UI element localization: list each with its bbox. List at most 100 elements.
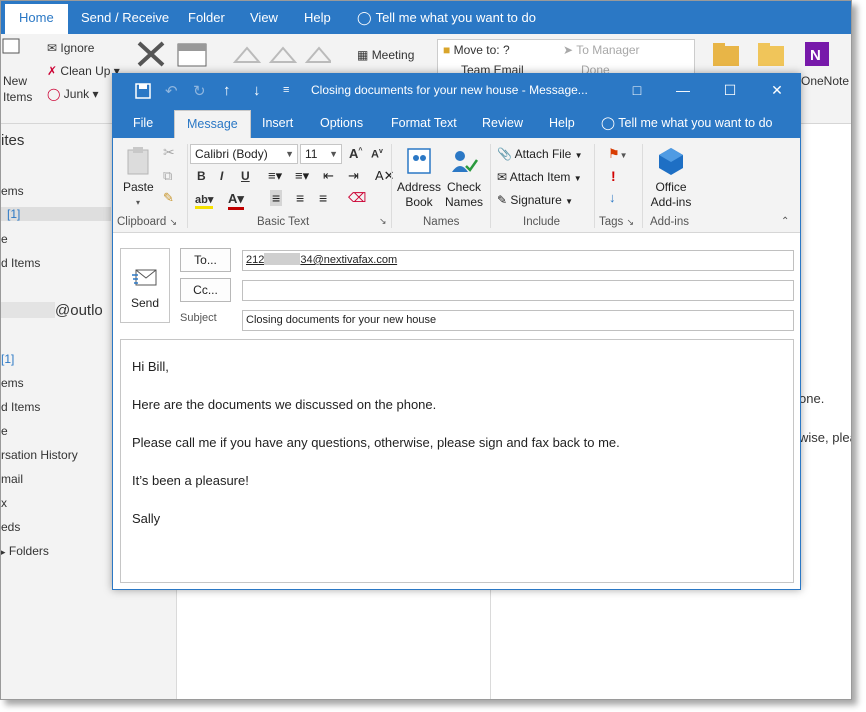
tab-insert[interactable]: Insert [262, 108, 293, 138]
format-painter-icon[interactable]: ✎ [163, 190, 174, 206]
to-field[interactable]: 212 34@nextivafax.com [242, 250, 794, 271]
maximize-icon[interactable]: ☐ [720, 80, 740, 100]
tab-view[interactable]: View [250, 1, 278, 34]
ribbon-display-icon[interactable]: □ [627, 80, 647, 100]
nav-item-x[interactable]: x [1, 496, 7, 510]
next-item-icon[interactable]: ↓ [253, 82, 261, 99]
nav-item-count-b[interactable]: [1] [1, 352, 14, 366]
new-items-button[interactable] [1, 37, 23, 60]
ignore-button[interactable]: ✉ Ignore [47, 41, 94, 55]
nav-account[interactable]: @outlo [1, 302, 103, 319]
nav-item-e-b[interactable]: e [1, 424, 8, 438]
nav-item-feeds[interactable]: eds [1, 520, 20, 534]
italic-button[interactable]: I [220, 169, 223, 183]
underline-button[interactable]: U [241, 169, 250, 183]
nav-item-count-a[interactable]: [1] [1, 207, 111, 221]
cc-field[interactable] [242, 280, 794, 301]
screenshot-frame: Home Send / Receive Folder View Help ◯ Te… [0, 0, 852, 700]
tab-options[interactable]: Options [320, 108, 363, 138]
subject-field[interactable]: Closing documents for your new house [242, 310, 794, 331]
bold-button[interactable]: B [197, 169, 206, 183]
highlight-icon[interactable]: ab▾ [195, 193, 214, 209]
tab-send-receive[interactable]: Send / Receive [81, 1, 169, 34]
address-book-button[interactable]: Address Book [396, 146, 442, 210]
font-color-icon[interactable]: A▾ [228, 191, 244, 210]
increase-indent-icon[interactable]: ⇥ [348, 168, 359, 184]
tab-review[interactable]: Review [482, 108, 523, 138]
eraser-icon[interactable]: ⌫ [348, 190, 366, 206]
tab-help[interactable]: Help [549, 108, 575, 138]
font-name-select[interactable]: Calibri (Body) ▼ [190, 144, 298, 164]
tell-me-search[interactable]: ◯ Tell me what you want to do [601, 108, 773, 138]
tell-me-search[interactable]: ◯ Tell me what you want to do [357, 1, 536, 34]
onenote-icon: N [805, 42, 829, 66]
tab-folder[interactable]: Folder [188, 1, 225, 34]
customize-qat-icon[interactable]: ≡ [283, 84, 289, 96]
meeting-button[interactable]: ▦ Meeting [357, 48, 414, 62]
redo-icon[interactable]: ↻ [193, 82, 206, 100]
tab-format-text[interactable]: Format Text [391, 108, 457, 138]
low-importance-icon[interactable]: ↓ [609, 190, 616, 205]
move-folder-button[interactable] [709, 40, 741, 71]
align-right-icon[interactable]: ≡ [319, 190, 327, 206]
paste-button[interactable]: Paste ▾ [123, 146, 154, 210]
nav-item-items-b[interactable]: ems [1, 376, 24, 390]
delete-button[interactable] [136, 40, 166, 71]
office-addins-button[interactable]: Office Add-ins [648, 146, 694, 210]
folder-icon: ■ [443, 43, 451, 57]
numbering-icon[interactable]: ≡▾ [295, 168, 309, 184]
high-importance-icon[interactable]: ! [611, 168, 616, 184]
copy-icon[interactable]: ⧉ [163, 168, 172, 184]
attach-item-button[interactable]: ✉ Attach Item ▼ [497, 170, 582, 184]
close-icon[interactable]: ✕ [767, 80, 787, 100]
tab-home[interactable]: Home [5, 4, 68, 34]
shrink-font-icon[interactable]: Av [371, 148, 383, 161]
previous-item-icon[interactable]: ↑ [223, 82, 231, 99]
to-recipient[interactable]: 212 34@nextivafax.com [246, 253, 397, 266]
decrease-indent-icon[interactable]: ⇤ [323, 168, 334, 184]
quick-step-move-to[interactable]: ■ Move to: ? [443, 43, 510, 57]
tab-file[interactable]: File [133, 108, 153, 138]
body-line: Please call me if you have any questions… [132, 435, 620, 450]
send-button[interactable]: Send [120, 248, 170, 323]
bullets-icon[interactable]: ≡▾ [268, 168, 282, 184]
grow-font-icon[interactable]: A^ [349, 146, 362, 161]
nav-favorites[interactable]: ites [1, 132, 24, 149]
nav-item-mail[interactable]: mail [1, 472, 23, 486]
save-icon[interactable] [135, 82, 151, 103]
clean-up-button[interactable]: ✗ Clean Up ▾ [47, 64, 120, 78]
follow-up-flag-icon[interactable]: ⚑▼ [608, 146, 628, 162]
to-button[interactable]: To... [180, 248, 231, 272]
align-center-icon[interactable]: ≡ [296, 190, 304, 206]
undo-icon[interactable]: ↶ [165, 82, 178, 100]
collapse-ribbon-icon[interactable]: ⌃ [781, 216, 789, 227]
tab-help[interactable]: Help [304, 1, 331, 34]
font-size-select[interactable]: 11 ▼ [300, 144, 342, 164]
nav-item-folders[interactable]: ▸ Folders [1, 544, 49, 558]
message-body[interactable]: Hi Bill, Here are the documents we discu… [120, 339, 794, 583]
meeting-icon: ▦ [357, 48, 369, 62]
cut-icon[interactable]: ✂ [163, 144, 175, 161]
basic-text-launcher-icon[interactable]: ↘ [379, 216, 387, 227]
junk-button[interactable]: ◯ Junk ▾ [47, 87, 99, 101]
tab-message[interactable]: Message [174, 110, 251, 138]
reply-button[interactable] [231, 40, 334, 73]
group-label-tags: Tags ↘ [599, 216, 635, 228]
nav-item-items-a[interactable]: ems [1, 184, 24, 198]
attach-file-button[interactable]: 📎 Attach File ▼ [497, 147, 583, 161]
nav-item-deleted-b[interactable]: d Items [1, 400, 40, 414]
archive-button[interactable] [177, 42, 207, 71]
nav-item-conversation-history[interactable]: rsation History [1, 448, 78, 462]
check-names-button[interactable]: Check Names [444, 146, 484, 210]
minimize-icon[interactable]: — [673, 80, 693, 100]
body-line: It’s been a pleasure! [132, 473, 249, 488]
nav-item-deleted-a[interactable]: d Items [1, 256, 40, 270]
onenote-button[interactable]: N [801, 40, 831, 71]
cc-button[interactable]: Cc... [180, 278, 231, 302]
compose-ribbon: Paste ▾ ✂ ⧉ ✎ Clipboard ↘ Calibri (Body)… [113, 138, 800, 233]
signature-button[interactable]: ✎ Signature ▼ [497, 193, 573, 207]
align-left-icon[interactable]: ≡ [270, 190, 283, 206]
quick-step-to-manager[interactable]: ➤ To Manager [563, 43, 640, 57]
rules-button[interactable] [754, 40, 786, 71]
nav-item-e-a[interactable]: e [1, 232, 8, 246]
